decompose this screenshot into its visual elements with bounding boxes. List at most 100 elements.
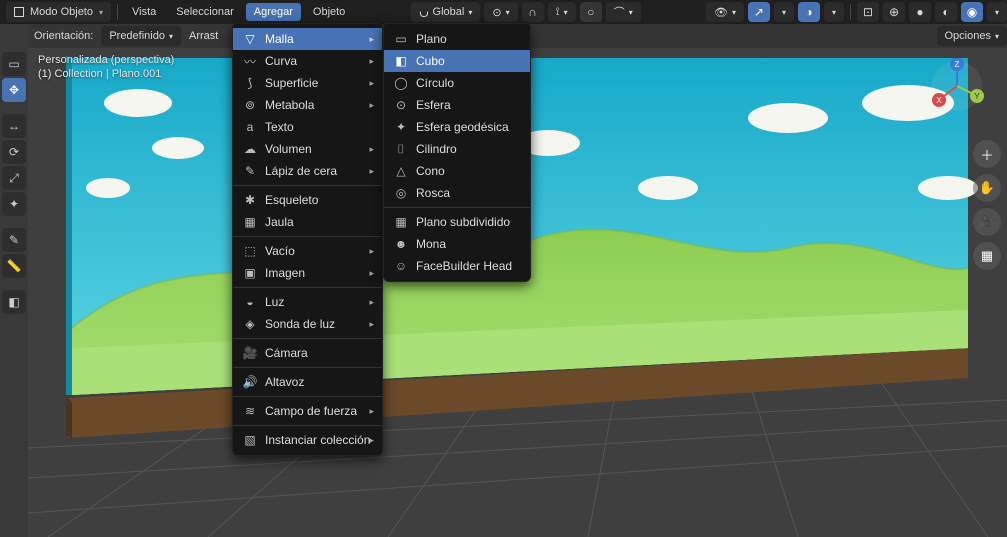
mesh-item-facebuilder-head[interactable]: ☺FaceBuilder Head — [384, 255, 530, 277]
menu-select[interactable]: Seleccionar — [168, 3, 241, 21]
mode-select[interactable]: Modo Objeto ▾ — [6, 2, 111, 22]
menu-item-label: Esfera — [416, 98, 451, 112]
add-item-metabola[interactable]: ⊚Metabola▸ — [233, 94, 382, 116]
xray-toggle[interactable]: ⊡ — [857, 2, 879, 22]
header-top-row: Modo Objeto ▾ Vista Seleccionar Agregar … — [0, 0, 1007, 24]
add-item-jaula[interactable]: ▦Jaula — [233, 211, 382, 233]
viewport-info-line1: Personalizada (perspectiva) — [38, 54, 174, 66]
gizmo-toggle[interactable]: ↗ — [748, 2, 770, 22]
add-item-imagen[interactable]: ▣Imagen▸ — [233, 262, 382, 284]
mesh-item-cubo[interactable]: ◧Cubo — [384, 50, 530, 72]
mesh-item-cilindro[interactable]: ⌷Cilindro — [384, 138, 530, 160]
visibility-dropdown[interactable]: 👁▾ — [706, 2, 744, 22]
proportional-dropdown[interactable]: ⌒▾ — [606, 2, 641, 22]
orientation-preset-dropdown[interactable]: Predefinido▾ — [101, 26, 181, 46]
menu-object[interactable]: Objeto — [305, 3, 353, 21]
monkey-icon: ☻ — [394, 237, 408, 251]
add-item-campo-de-fuerza[interactable]: ≋Campo de fuerza▸ — [233, 400, 382, 422]
viewport-side-buttons: ＋ ✋ 🎥 ▦ — [973, 140, 1001, 270]
tool-select-box[interactable]: ▭ — [2, 52, 26, 76]
tool-annotate[interactable]: ✎ — [2, 228, 26, 252]
menu-separator — [233, 367, 382, 368]
submenu-arrow-icon: ▸ — [369, 297, 374, 308]
add-item-curva[interactable]: 〰Curva▸ — [233, 50, 382, 72]
svg-text:X: X — [936, 96, 942, 105]
overlay-dropdown[interactable]: ▾ — [824, 2, 844, 22]
camera-view-button[interactable]: 🎥 — [973, 208, 1001, 236]
tool-strip: ▭ ✥ ↔ ⟳ ⤢ ✦ ✎ 📏 ◧ — [0, 48, 28, 537]
snap-dropdown[interactable]: ⟟▾ — [548, 2, 576, 22]
tool-rotate[interactable]: ⟳ — [2, 140, 26, 164]
tool-scale[interactable]: ⤢ — [2, 166, 26, 190]
menu-separator — [233, 236, 382, 237]
transform-orientation-dropdown[interactable]: 𖼓 Global ▾ — [411, 2, 480, 22]
menu-separator — [233, 396, 382, 397]
overlay-toggle[interactable]: ◑ — [798, 2, 820, 22]
shading-wire[interactable]: ⊕ — [883, 2, 905, 22]
mesh-item-plano-subdividido[interactable]: ▦Plano subdividido — [384, 211, 530, 233]
camera-icon: 🎥 — [243, 346, 257, 360]
menu-separator — [384, 207, 530, 208]
add-item-superficie[interactable]: ⟆Superficie▸ — [233, 72, 382, 94]
menu-item-label: Imagen — [265, 266, 305, 280]
add-item-luz[interactable]: ◒Luz▸ — [233, 291, 382, 313]
add-item-cámara[interactable]: 🎥Cámara — [233, 342, 382, 364]
submenu-arrow-icon: ▸ — [369, 319, 374, 330]
add-item-texto[interactable]: aTexto — [233, 116, 382, 138]
mesh-item-círculo[interactable]: ◯Círculo — [384, 72, 530, 94]
collection-icon: ▧ — [243, 433, 257, 447]
shading-matprev[interactable]: ◐ — [935, 2, 957, 22]
gizmo-dropdown[interactable]: ▾ — [774, 2, 794, 22]
uvsphere-icon: ⊙ — [394, 98, 408, 112]
shading-rendered[interactable]: ◉ — [961, 2, 983, 22]
add-item-vacío[interactable]: ⬚Vacío▸ — [233, 240, 382, 262]
eye-icon: 👁 — [714, 6, 728, 19]
add-item-volumen[interactable]: ☁Volumen▸ — [233, 138, 382, 160]
options-dropdown[interactable]: Opciones▾ — [937, 26, 1007, 46]
viewport-info: Personalizada (perspectiva) (1) Collecti… — [38, 54, 174, 80]
menu-add[interactable]: Agregar — [246, 3, 301, 21]
perspective-toggle-button[interactable]: ▦ — [973, 242, 1001, 270]
cube-icon: ◧ — [394, 54, 408, 68]
menu-separator — [233, 185, 382, 186]
mesh-item-esfera-geodésica[interactable]: ✦Esfera geodésica — [384, 116, 530, 138]
add-item-lápiz-de-cera[interactable]: ✎Lápiz de cera▸ — [233, 160, 382, 182]
snap-toggle[interactable]: ∩ — [522, 2, 544, 22]
mesh-icon: ▽ — [243, 32, 257, 46]
add-item-instanciar-colección[interactable]: ▧Instanciar colección▸ — [233, 429, 382, 451]
add-item-sonda-de-luz[interactable]: ◈Sonda de luz▸ — [233, 313, 382, 335]
tool-move[interactable]: ↔ — [2, 114, 26, 138]
add-item-altavoz[interactable]: 🔊Altavoz — [233, 371, 382, 393]
nav-gizmo[interactable]: Z X Y — [929, 58, 985, 114]
menu-item-label: Instanciar colección — [265, 433, 370, 447]
mesh-item-mona[interactable]: ☻Mona — [384, 233, 530, 255]
mesh-submenu-dropdown[interactable]: ▭Plano◧Cubo◯Círculo ⊙ Esfera ✦Esfera geodés… — [383, 23, 531, 282]
mesh-item-esfera[interactable]: ⊙ Esfera — [384, 94, 530, 116]
submenu-arrow-icon: ▸ — [369, 34, 374, 45]
mesh-item-cono[interactable]: △Cono — [384, 160, 530, 182]
object-mode-icon — [14, 7, 24, 17]
add-item-malla[interactable]: ▽Malla▸ — [233, 28, 382, 50]
menu-item-label: FaceBuilder Head — [416, 259, 512, 273]
submenu-arrow-icon: ▸ — [369, 268, 374, 279]
add-item-esqueleto[interactable]: ✱Esqueleto — [233, 189, 382, 211]
drag-label: Arrast — [189, 30, 218, 42]
mesh-item-rosca[interactable]: ◎Rosca — [384, 182, 530, 204]
pivot-dropdown[interactable]: ⊙▾ — [484, 2, 517, 22]
shading-dropdown[interactable]: ▾ — [987, 2, 1007, 22]
menu-separator — [233, 287, 382, 288]
zoom-button[interactable]: ＋ — [973, 140, 1001, 168]
mesh-item-plano[interactable]: ▭Plano — [384, 28, 530, 50]
tool-measure[interactable]: 📏 — [2, 254, 26, 278]
tool-add-cube[interactable]: ◧ — [2, 290, 26, 314]
menu-item-label: Metabola — [265, 98, 314, 112]
add-menu-dropdown[interactable]: ▽Malla▸〰Curva▸⟆Superficie▸⊚Metabola▸aTex… — [232, 23, 383, 456]
shading-solid[interactable]: ● — [909, 2, 931, 22]
proportional-edit-toggle[interactable]: ○ — [580, 2, 602, 22]
pan-button[interactable]: ✋ — [973, 174, 1001, 202]
gpencil-icon: ✎ — [243, 164, 257, 178]
tool-transform[interactable]: ✦ — [2, 192, 26, 216]
orientation-icon: 𖼓 — [419, 4, 428, 21]
tool-cursor[interactable]: ✥ — [2, 78, 26, 102]
menu-view[interactable]: Vista — [124, 3, 164, 21]
